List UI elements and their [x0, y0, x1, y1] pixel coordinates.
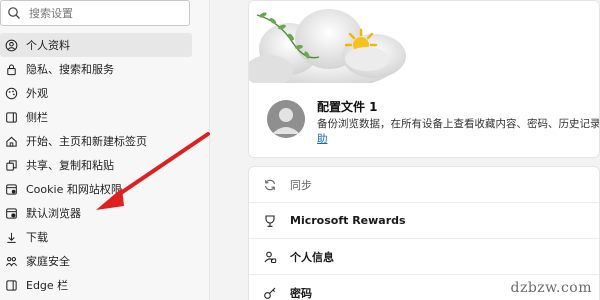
sync-icon: [263, 178, 277, 192]
passwords-label: 密码: [290, 286, 312, 300]
profile-card: 配置文件 1 备份浏览数据，在所有设备上查看收藏内容、密码、历史记录 助: [248, 0, 600, 158]
sidebar-item-sidebar[interactable]: 侧栏: [0, 105, 192, 129]
download-icon: [4, 230, 18, 244]
profile-description: 备份浏览数据，在所有设备上查看收藏内容、密码、历史记录 助: [317, 116, 600, 146]
sidebar-item-label: 共享、复制和粘贴: [26, 159, 114, 172]
rewards-row[interactable]: Microsoft Rewards: [249, 203, 599, 239]
search-input[interactable]: [29, 6, 179, 20]
sidebar-item-label: 侧栏: [26, 111, 48, 124]
edge-bar-icon: [4, 278, 18, 292]
home-icon: [4, 134, 18, 148]
profile-link[interactable]: 助: [317, 133, 328, 145]
sidebar-item-label: 默认浏览器: [26, 207, 81, 220]
avatar[interactable]: [267, 100, 305, 138]
lock-icon: [4, 62, 18, 76]
sidebar-item-share[interactable]: 共享、复制和粘贴: [0, 153, 192, 177]
sidebar-item-label: Edge 栏: [26, 279, 69, 292]
family-icon: [4, 254, 18, 268]
sidebar-item-label: 外观: [26, 87, 48, 100]
sync-row[interactable]: 同步: [249, 167, 599, 203]
sidebar-item-label: 下载: [26, 231, 48, 244]
sidebar-item-default-browser[interactable]: 默认浏览器: [0, 201, 192, 225]
key-icon: [263, 286, 277, 300]
sidebar-item-downloads[interactable]: 下载: [0, 225, 192, 249]
watermark-text: dzbzw.com: [510, 280, 592, 296]
sidebar-item-family-safety[interactable]: 家庭安全: [0, 249, 192, 273]
search-box[interactable]: [0, 0, 190, 26]
sidebar-item-edge-bar[interactable]: Edge 栏: [0, 273, 192, 297]
browser-icon: [4, 206, 18, 220]
sidebar-item-profile[interactable]: 个人资料: [0, 33, 192, 57]
profile-banner-illustration: [249, 1, 599, 89]
profile-name: 配置文件 1: [317, 100, 378, 114]
cookie-icon: [4, 182, 18, 196]
settings-nav: 个人资料 隐私、搜索和服务 外观 侧栏 开始、主页和新建标签页 共享、复制和粘贴…: [0, 33, 192, 297]
sidebar-item-privacy[interactable]: 隐私、搜索和服务: [0, 57, 192, 81]
share-icon: [4, 158, 18, 172]
rewards-label: Microsoft Rewards: [290, 214, 406, 227]
profile-description-text: 备份浏览数据，在所有设备上查看收藏内容、密码、历史记录: [317, 118, 600, 130]
sidebar-item-label: 开始、主页和新建标签页: [26, 135, 147, 148]
sidebar-item-label: 个人资料: [26, 39, 70, 52]
sidebar-item-cookies[interactable]: Cookie 和网站权限: [0, 177, 192, 201]
sidebar-icon: [4, 110, 18, 124]
sidebar-item-start-home[interactable]: 开始、主页和新建标签页: [0, 129, 192, 153]
sidebar-item-label: 隐私、搜索和服务: [26, 63, 114, 76]
profile-row[interactable]: 配置文件 1 备份浏览数据，在所有设备上查看收藏内容、密码、历史记录 助: [249, 91, 600, 151]
sidebar-item-label: 家庭安全: [26, 255, 70, 268]
personal-info-row[interactable]: 个人信息: [249, 239, 599, 275]
sync-label: 同步: [290, 178, 312, 192]
personal-info-icon: [263, 250, 277, 264]
appearance-icon: [4, 86, 18, 100]
rewards-icon: [263, 214, 277, 228]
person-icon: [4, 38, 18, 52]
sidebar-item-label: Cookie 和网站权限: [26, 183, 122, 196]
search-icon: [7, 6, 21, 20]
settings-main: 配置文件 1 备份浏览数据，在所有设备上查看收藏内容、密码、历史记录 助 同步 …: [211, 0, 600, 300]
personal-info-label: 个人信息: [290, 250, 334, 264]
settings-sidebar: 个人资料 隐私、搜索和服务 外观 侧栏 开始、主页和新建标签页: [0, 0, 210, 300]
sidebar-item-appearance[interactable]: 外观: [0, 81, 192, 105]
